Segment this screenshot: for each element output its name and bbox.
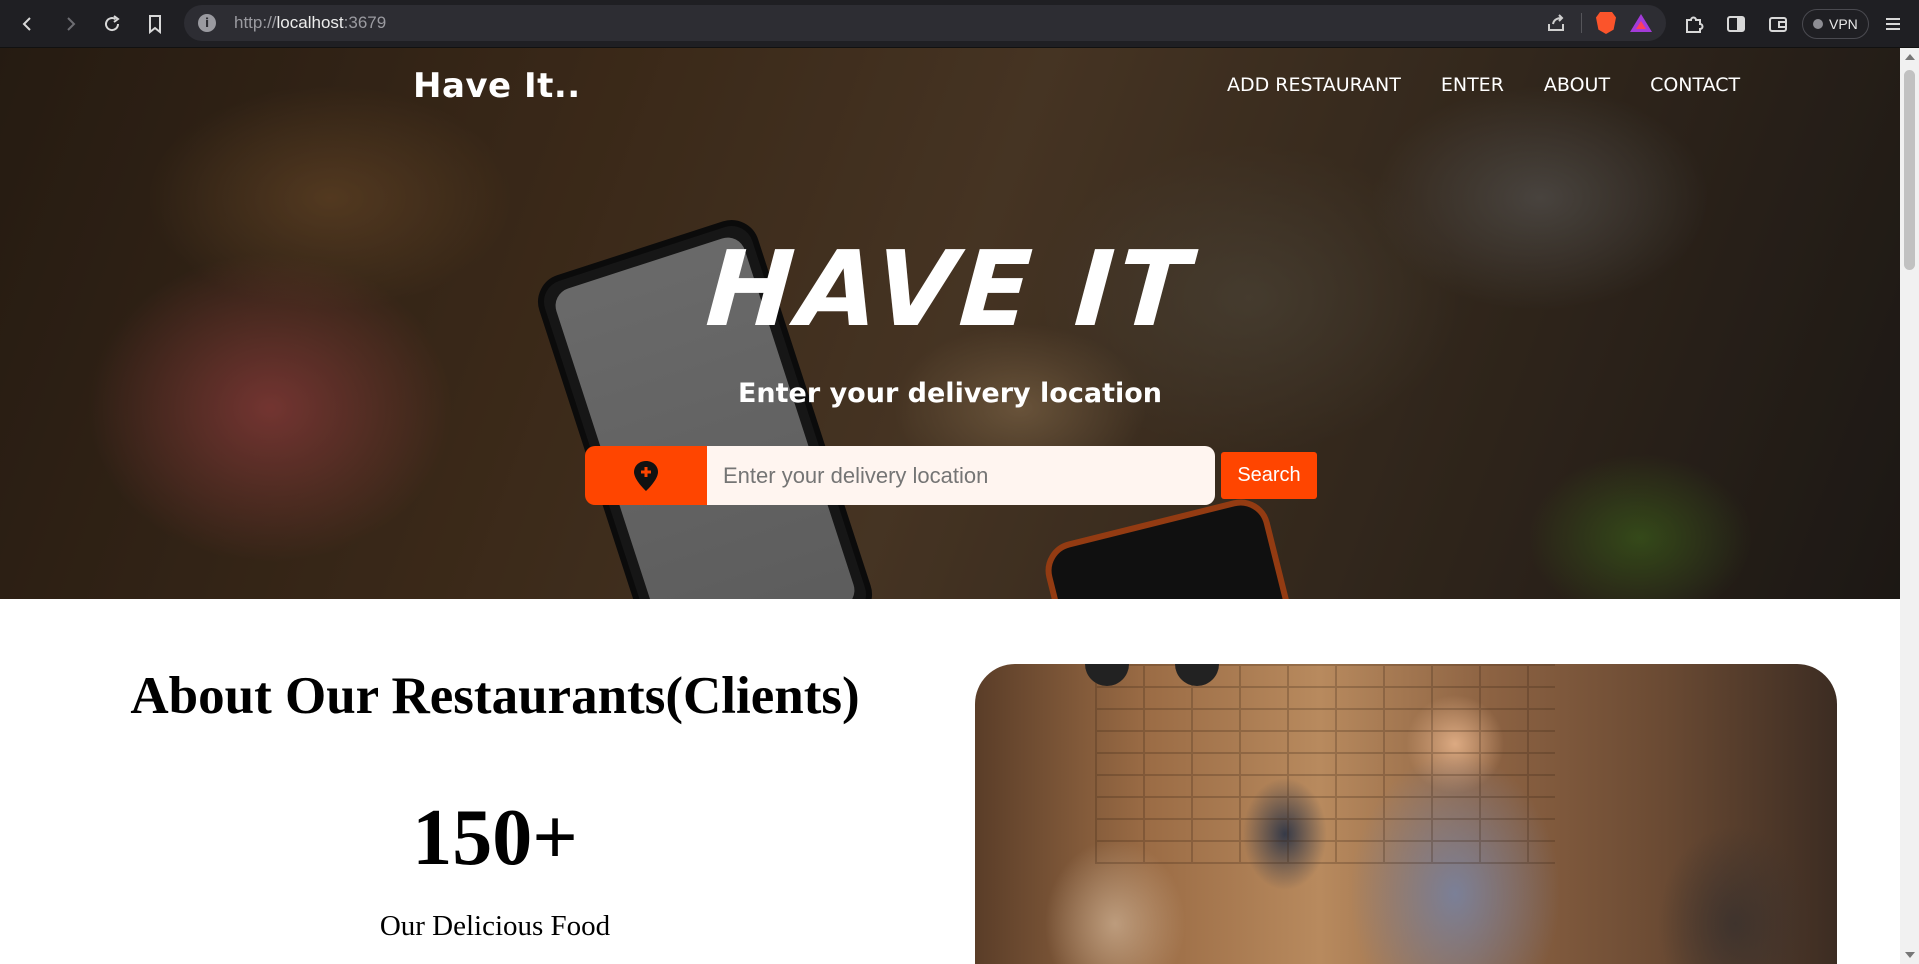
scroll-down-arrow-icon[interactable] — [1905, 952, 1915, 958]
nav-link-about[interactable]: ABOUT — [1544, 74, 1610, 96]
search-button[interactable]: Search — [1221, 452, 1317, 499]
site-logo[interactable]: Have It.. — [413, 66, 581, 106]
hero-subtitle: Enter your delivery location — [737, 378, 1163, 409]
vpn-status-icon — [1813, 19, 1823, 29]
page-viewport: Have It.. ADD RESTAURANT ENTER ABOUT CON… — [0, 48, 1900, 964]
hero-title: HAVE IT — [702, 228, 1198, 350]
hamburger-menu-icon — [1885, 18, 1900, 30]
site-info-icon[interactable]: i — [198, 14, 216, 32]
about-title: About Our Restaurants(Clients) — [130, 667, 860, 725]
url-scheme: http:// — [234, 13, 277, 32]
add-location-pin-icon — [634, 460, 658, 491]
top-navigation: Have It.. ADD RESTAURANT ENTER ABOUT CON… — [0, 48, 1900, 128]
vpn-button[interactable]: VPN — [1802, 9, 1869, 39]
reload-icon — [105, 15, 120, 32]
hero-section: Have It.. ADD RESTAURANT ENTER ABOUT CON… — [0, 48, 1900, 599]
brick-wall-texture — [1095, 664, 1555, 864]
puzzle-icon — [1686, 16, 1704, 33]
location-input[interactable] — [707, 446, 1215, 505]
sidebar-button[interactable] — [1718, 6, 1754, 42]
address-bar[interactable]: i http://localhost:3679 — [184, 5, 1666, 41]
sidebar-icon — [1727, 16, 1745, 32]
brave-shields-icon[interactable] — [1596, 12, 1616, 34]
nav-link-add-restaurant[interactable]: ADD RESTAURANT — [1227, 74, 1401, 96]
browser-toolbar: i http://localhost:3679 VPN — [0, 0, 1919, 48]
forward-button[interactable] — [52, 6, 88, 42]
brave-rewards-icon[interactable] — [1630, 14, 1652, 32]
wallet-icon — [1769, 17, 1787, 32]
extensions-button[interactable] — [1676, 6, 1712, 42]
chevron-right-icon — [67, 17, 76, 31]
stat-number: 150+ — [412, 794, 578, 882]
vpn-label: VPN — [1829, 16, 1858, 32]
url-port: :3679 — [343, 13, 387, 32]
back-button[interactable] — [10, 6, 46, 42]
nav-link-contact[interactable]: CONTACT — [1650, 74, 1740, 96]
main-menu-button[interactable] — [1875, 6, 1911, 42]
restaurant-photo — [975, 664, 1837, 964]
scroll-up-arrow-icon[interactable] — [1905, 54, 1915, 60]
chevron-left-icon — [22, 17, 31, 31]
url-text[interactable]: http://localhost:3679 — [234, 13, 386, 33]
location-search: Search — [585, 446, 1317, 505]
wallet-button[interactable] — [1760, 6, 1796, 42]
url-host: localhost — [276, 13, 344, 32]
nav-menu: ADD RESTAURANT ENTER ABOUT CONTACT — [1227, 74, 1740, 96]
bookmark-button[interactable] — [137, 6, 173, 42]
scrollbar-thumb[interactable] — [1904, 70, 1915, 270]
share-icon[interactable] — [1545, 12, 1567, 34]
bookmark-icon — [149, 15, 161, 34]
page-scrollbar[interactable] — [1900, 48, 1919, 964]
location-pin-button[interactable] — [585, 446, 707, 505]
reload-button[interactable] — [94, 6, 130, 42]
stat-label: Our Delicious Food — [379, 910, 611, 942]
url-separator — [1581, 13, 1582, 33]
nav-link-enter[interactable]: ENTER — [1441, 74, 1504, 96]
